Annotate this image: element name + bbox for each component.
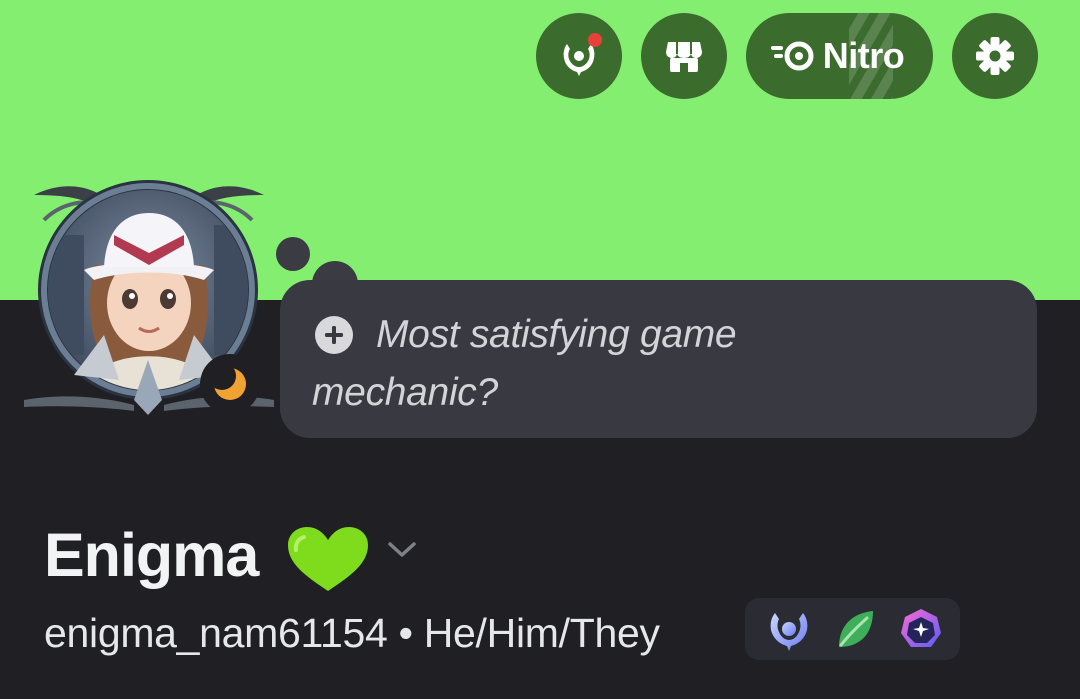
nitro-icon	[770, 41, 814, 71]
nitro-gem-badge-icon[interactable]	[897, 605, 945, 653]
nitro-label: Nitro	[822, 35, 905, 76]
gear-icon	[976, 37, 1014, 75]
settings-button[interactable]	[952, 13, 1038, 99]
profile-screen: Nitro Most satisfying game mechanic? Eni…	[0, 0, 1080, 699]
moon-icon	[210, 364, 246, 400]
display-name: Enigma	[44, 521, 259, 589]
green-heart-emoji	[288, 527, 368, 591]
quests-button[interactable]	[536, 13, 622, 99]
bubble-dot	[276, 237, 310, 271]
custom-status-bubble[interactable]: Most satisfying game mechanic?	[280, 280, 1037, 438]
quest-badge-icon[interactable]	[765, 605, 813, 653]
username-pronouns: enigma_nam61154 • He/Him/They	[44, 610, 660, 656]
status-indicator	[200, 354, 260, 414]
badge-list	[745, 598, 960, 660]
nitro-button[interactable]: Nitro	[746, 13, 933, 99]
shop-icon	[666, 42, 702, 72]
custom-status-text: Most satisfying game mechanic?	[312, 313, 737, 414]
leaf-badge-icon[interactable]	[831, 605, 879, 653]
notification-dot	[588, 33, 602, 47]
chevron-down-icon[interactable]	[386, 538, 418, 560]
shop-button[interactable]	[641, 13, 727, 99]
